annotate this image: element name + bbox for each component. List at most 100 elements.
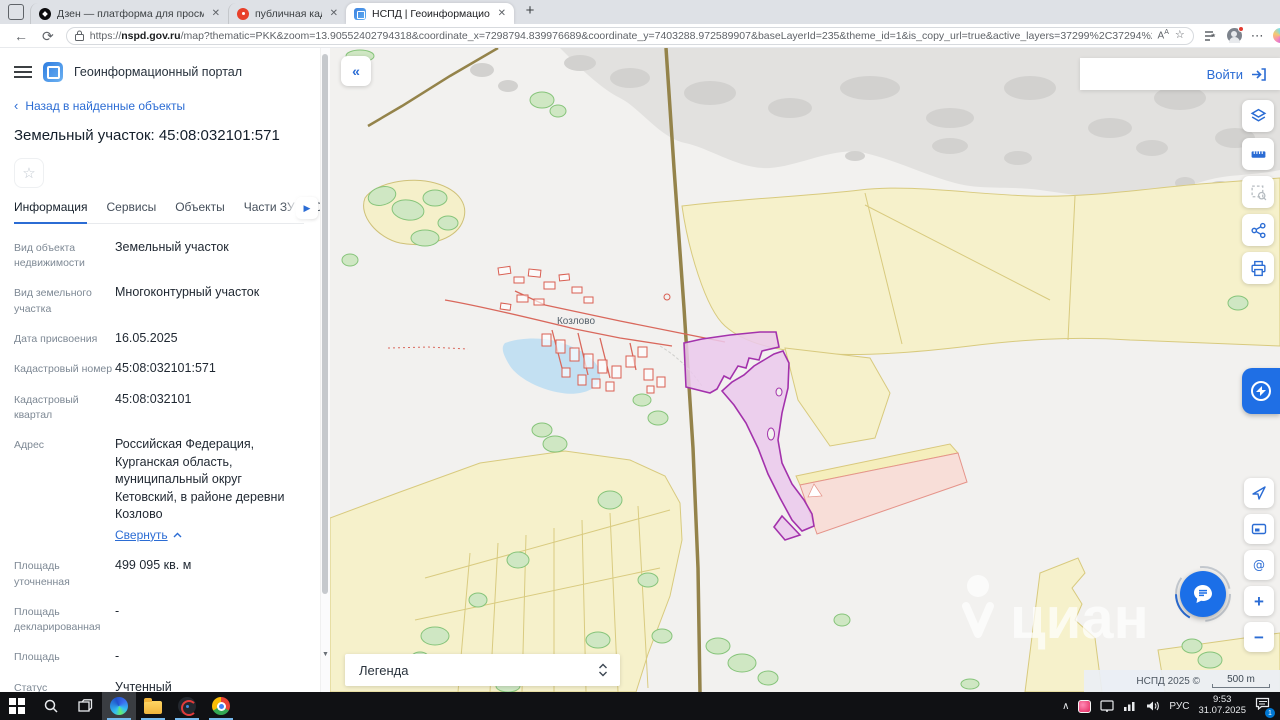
network-icon[interactable] <box>1123 700 1137 712</box>
zoom-out-button[interactable]: − <box>1244 622 1274 652</box>
address-input[interactable]: https://nspd.gov.ru/map?thematic=PKK&zoo… <box>65 26 1194 45</box>
reader-mode-icon[interactable]: AA <box>1158 29 1169 41</box>
scrollbar-thumb[interactable] <box>322 54 328 594</box>
area-select-button[interactable] <box>1242 176 1274 208</box>
tab-objects[interactable]: Объекты <box>175 200 225 214</box>
map-canvas[interactable]: Козлово циан « Войти @ + − Легенда НСПД … <box>330 48 1280 692</box>
dzen-favicon-icon <box>39 7 51 20</box>
tray-expand-icon[interactable]: ∧ <box>1062 701 1069 712</box>
tabs-scroll-right-button[interactable]: ▶ <box>296 197 318 219</box>
star-icon: ☆ <box>22 165 36 182</box>
field-row: Площадь декларированная - <box>14 603 120 633</box>
locate-me-button[interactable] <box>1244 478 1274 508</box>
attribute-list: Вид объекта недвижимости Земельный участ… <box>14 239 304 692</box>
tab-close-icon[interactable]: ✕ <box>496 8 508 19</box>
tab-dzen[interactable]: Дзен — платформа для просмо ✕ <box>30 3 228 24</box>
profile-avatar[interactable] <box>1226 26 1244 43</box>
tab-pkk[interactable]: публичная кадастровая карта — ✕ <box>228 3 346 24</box>
task-view-button[interactable] <box>68 692 102 720</box>
legend-label: Легенда <box>359 662 409 678</box>
field-row: Кадастровый номер 45:08:032101:571 <box>14 361 216 376</box>
browser-tab-strip: Дзен — платформа для просмо ✕ публичная … <box>0 0 1280 24</box>
task-view-icon <box>78 699 93 712</box>
svg-text:@: @ <box>1253 558 1265 572</box>
bookmark-star-icon[interactable]: ☆ <box>1175 30 1185 41</box>
tab-list-button[interactable] <box>8 4 24 20</box>
legend-bar[interactable]: Легенда <box>345 654 620 686</box>
browser-url-bar: ← ⟳ https://nspd.gov.ru/map?thematic=PKK… <box>0 24 1280 48</box>
file-explorer-icon <box>144 698 162 714</box>
login-bar[interactable]: Войти <box>1080 58 1280 90</box>
screen: Дзен — платформа для просмо ✕ публичная … <box>0 0 1280 720</box>
collapse-address-link[interactable]: Свернуть <box>115 527 182 544</box>
tab-title: Дзен — платформа для просмо <box>57 7 204 20</box>
assistant-side-tab[interactable] <box>1242 368 1280 414</box>
notification-center-button[interactable]: 1 <box>1255 697 1275 718</box>
tab-parcel-parts[interactable]: Части ЗУ <box>244 200 295 214</box>
zoom-in-button[interactable]: + <box>1244 586 1274 616</box>
back-to-results-link[interactable]: ‹ Назад в найденные объекты <box>14 98 304 113</box>
chevron-left-icon: ‹ <box>14 98 19 113</box>
collapse-panel-button[interactable]: « <box>341 56 371 86</box>
layers-button[interactable] <box>1242 100 1274 132</box>
chat-widget[interactable] <box>1173 564 1233 624</box>
watermark-text: циан <box>1010 586 1149 651</box>
taskbar-chrome-button[interactable] <box>204 692 238 720</box>
search-icon <box>44 699 58 713</box>
copilot-icon[interactable] <box>1272 28 1280 43</box>
lock-icon <box>74 30 84 41</box>
tab-information[interactable]: Информация <box>14 200 88 224</box>
map-tools-top <box>1242 100 1274 284</box>
speaker-icon[interactable] <box>1146 700 1160 712</box>
favorites-list-icon[interactable] <box>1204 30 1218 42</box>
taskbar-explorer-button[interactable] <box>136 692 170 720</box>
tab-nspd-active[interactable]: НСПД | Геоинформационный по ✕ <box>346 3 514 24</box>
nspd-logo-icon <box>43 62 63 82</box>
measure-ruler-button[interactable] <box>1242 138 1274 170</box>
windows-taskbar: ∧ РУС 9:53 31.07.2025 1 <box>0 692 1280 720</box>
app-icon <box>178 697 197 716</box>
tray-app-icon[interactable] <box>1078 699 1092 713</box>
field-row: Дата присвоения 16.05.2025 <box>14 330 178 345</box>
field-row: Площадь уточненная 499 095 кв. м <box>14 558 192 588</box>
tab-close-icon[interactable]: ✕ <box>210 8 222 19</box>
scale-bar: 500 m <box>1212 673 1270 689</box>
pkk-favicon-icon <box>237 7 249 20</box>
menu-icon[interactable] <box>14 66 32 78</box>
taskbar-app-button[interactable] <box>170 692 204 720</box>
system-tray: ∧ РУС 9:53 31.07.2025 1 <box>1062 694 1280 718</box>
start-button[interactable] <box>0 692 34 720</box>
keyboard-language[interactable]: РУС <box>1169 701 1189 712</box>
cast-icon[interactable] <box>1100 700 1115 712</box>
refresh-icon[interactable]: ⟳ <box>42 29 54 43</box>
browser-menu-icon[interactable]: ⋯ <box>1251 29 1264 42</box>
panel-tabs: Информация Сервисы Объекты Части ЗУ Сост… <box>14 197 330 224</box>
new-tab-button[interactable]: + <box>522 3 538 20</box>
coordinate-search-button[interactable]: @ <box>1244 550 1274 580</box>
legend-expand-icon <box>599 663 607 677</box>
minimap-button[interactable] <box>1244 514 1274 544</box>
windows-logo-icon <box>9 698 25 714</box>
taskbar-edge-button[interactable] <box>102 692 136 720</box>
panel-scrollbar[interactable]: ▼ <box>320 48 330 692</box>
url-text: https://nspd.gov.ru/map?thematic=PKK&zoo… <box>89 29 1152 42</box>
print-button[interactable] <box>1242 252 1274 284</box>
back-icon[interactable]: ← <box>14 29 28 43</box>
taskbar-clock[interactable]: 9:53 31.07.2025 <box>1198 694 1246 717</box>
chat-button[interactable] <box>1180 571 1226 617</box>
chrome-icon <box>212 697 230 715</box>
share-button[interactable] <box>1242 214 1274 246</box>
map-tools-bottom: @ + − <box>1244 478 1274 652</box>
profile-notification-dot <box>1237 26 1244 32</box>
field-row: Вид земельного участка Многоконтурный уч… <box>14 285 260 315</box>
browser-actions: ⋯ <box>1204 26 1280 43</box>
tab-close-icon[interactable]: ✕ <box>328 8 340 19</box>
clock-date: 31.07.2025 <box>1198 705 1246 716</box>
scrollbar-down-arrow[interactable]: ▼ <box>322 651 329 658</box>
tab-services[interactable]: Сервисы <box>106 200 156 214</box>
scale-bracket <box>1212 684 1270 688</box>
taskbar-search-button[interactable] <box>34 692 68 720</box>
portal-title: Геоинформационный портал <box>74 65 243 79</box>
favorite-button[interactable]: ☆ <box>14 158 44 188</box>
parcel-title: Земельный участок: 45:08:032101:571 <box>14 127 280 144</box>
